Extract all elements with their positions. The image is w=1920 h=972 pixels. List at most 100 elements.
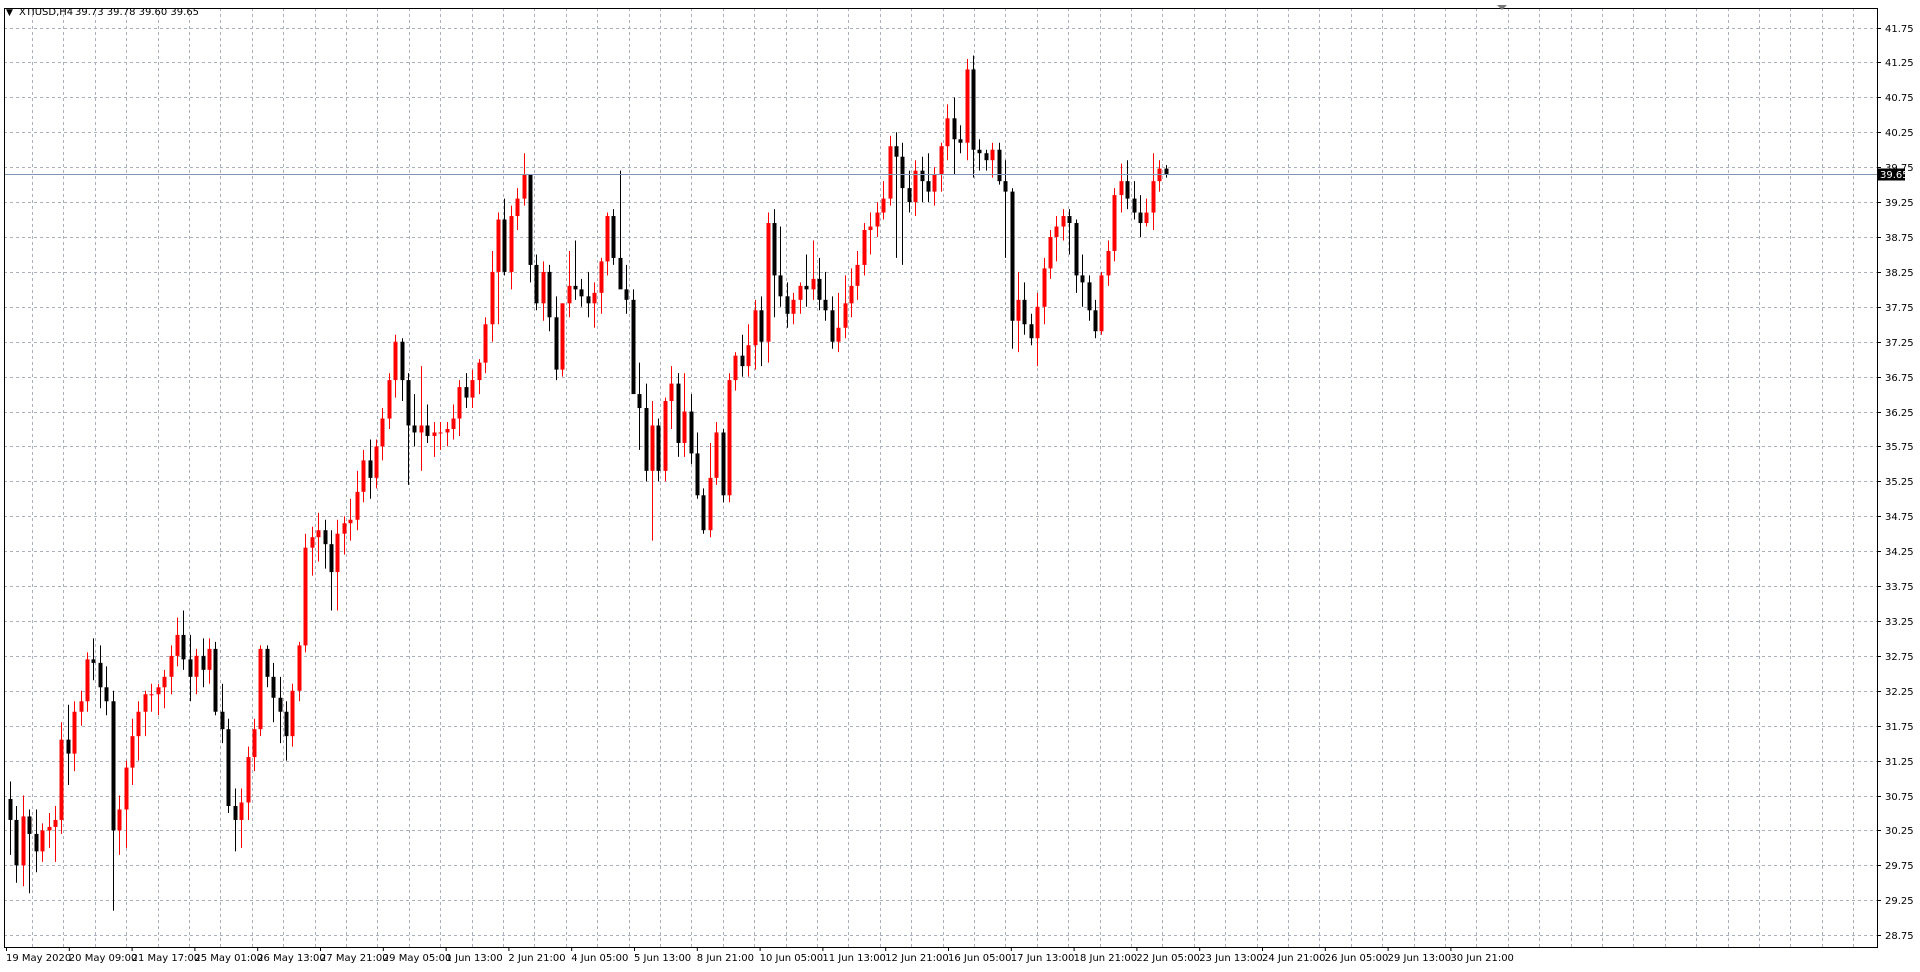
candle-body — [1067, 216, 1072, 224]
x-tick-label: 18 Jun 21:00 — [1074, 953, 1138, 964]
candle-body — [432, 432, 437, 436]
candle-body — [1074, 223, 1079, 276]
candle-body — [130, 736, 135, 768]
candle-body — [515, 198, 520, 217]
candle-body — [907, 188, 912, 203]
x-tick-label: 22 Jun 05:00 — [1136, 953, 1200, 964]
x-tick-label: 21 May 17:00 — [132, 953, 201, 964]
candle-body — [618, 257, 623, 290]
candle-body — [817, 278, 822, 300]
candle-body — [271, 676, 276, 698]
candle-body — [79, 701, 84, 712]
x-tick-label: 29 May 05:00 — [383, 953, 452, 964]
x-tick-label: 23 Jun 13:00 — [1199, 953, 1263, 964]
candle-body — [490, 271, 495, 325]
candle-body — [785, 296, 790, 314]
x-tick-label: 5 Jun 13:00 — [634, 953, 691, 964]
candle-body — [201, 655, 206, 670]
candle-body — [111, 701, 116, 831]
candle-body — [714, 432, 719, 478]
candle-body — [98, 662, 103, 688]
candle-body — [611, 216, 616, 258]
candle-body — [464, 387, 469, 398]
candle-body — [355, 491, 360, 520]
candle-body — [14, 819, 19, 866]
candle-body — [1132, 198, 1137, 213]
candle-body — [656, 425, 661, 471]
candle-body — [913, 170, 918, 203]
candle-body — [977, 149, 982, 154]
candle-body — [412, 425, 417, 433]
candle-body — [104, 687, 109, 702]
candle-body — [8, 798, 13, 820]
candle-body — [605, 216, 610, 262]
candle-body — [483, 324, 488, 363]
ohlc-readout: 39.73 39.78 39.60 39.65 — [75, 7, 199, 18]
candle-body — [990, 149, 995, 161]
candle-body — [72, 711, 77, 754]
y-tick-label: 29.25 — [1885, 896, 1914, 907]
candle-body — [740, 355, 745, 367]
y-tick-label: 41.25 — [1885, 58, 1914, 69]
candle-body — [1087, 282, 1092, 311]
candle-body — [766, 223, 771, 342]
candle-body — [811, 278, 816, 290]
candle-body — [143, 694, 148, 712]
candle-body — [676, 383, 681, 443]
candle-body — [573, 285, 578, 290]
candle-body — [278, 697, 283, 712]
y-tick-label: 35.25 — [1885, 477, 1914, 488]
candle-body — [246, 757, 251, 803]
candle-body — [984, 153, 989, 161]
candle-body — [297, 645, 302, 691]
candle-body — [855, 264, 860, 286]
candle-body — [252, 729, 257, 758]
x-tick-label: 20 May 09:00 — [69, 953, 138, 964]
candle-body — [59, 739, 64, 820]
candle-body — [40, 830, 45, 852]
candle-body — [669, 383, 674, 402]
candle-body — [194, 655, 199, 677]
candle-body — [894, 146, 899, 157]
candle-body — [586, 296, 591, 304]
candle-body — [1144, 212, 1149, 224]
x-tick-label: 19 May 2020 — [6, 953, 71, 964]
candle-body — [945, 118, 950, 147]
candle-body — [310, 537, 315, 548]
candle-body — [1112, 195, 1117, 251]
y-tick-label: 41.75 — [1885, 24, 1914, 35]
candle-body — [644, 408, 649, 471]
candle-body — [220, 711, 225, 730]
candle-body — [27, 816, 32, 834]
candle-body — [169, 655, 174, 677]
candle-body — [342, 523, 347, 534]
candle-body — [778, 275, 783, 297]
price-chart[interactable]: 39.65 28.7529.2529.7530.2530.7531.2531.7… — [0, 0, 1920, 968]
candle-body — [528, 174, 533, 265]
candle-body — [567, 285, 572, 304]
candle-body — [1054, 226, 1059, 237]
candle-body — [958, 139, 963, 143]
candle-body — [1119, 181, 1124, 196]
candle-body — [952, 118, 957, 140]
candle-body — [631, 299, 636, 395]
candle-body — [1003, 181, 1008, 192]
candle-body — [34, 833, 39, 852]
chart-root: 39.65 28.75 29.25 29.75 30.25 30.75 31.25 31.7… — [0, 0, 1920, 968]
candle-body — [695, 453, 700, 496]
candle-body — [470, 380, 475, 398]
candle-body — [1035, 306, 1040, 339]
y-tick-label: 34.25 — [1885, 547, 1914, 558]
candle-body — [400, 341, 405, 381]
candle-body — [637, 394, 642, 409]
candle-body — [374, 446, 379, 478]
candle-body — [329, 544, 334, 573]
y-tick-label: 33.75 — [1885, 582, 1914, 593]
candle-body — [1106, 250, 1111, 276]
candle-body — [791, 299, 796, 314]
candle-body — [419, 425, 424, 433]
candle-body — [932, 174, 937, 192]
x-tick-label: 11 Jun 13:00 — [822, 953, 886, 964]
candle-body — [239, 802, 244, 820]
collapse-arrow-icon[interactable]: ▼ — [6, 8, 13, 18]
